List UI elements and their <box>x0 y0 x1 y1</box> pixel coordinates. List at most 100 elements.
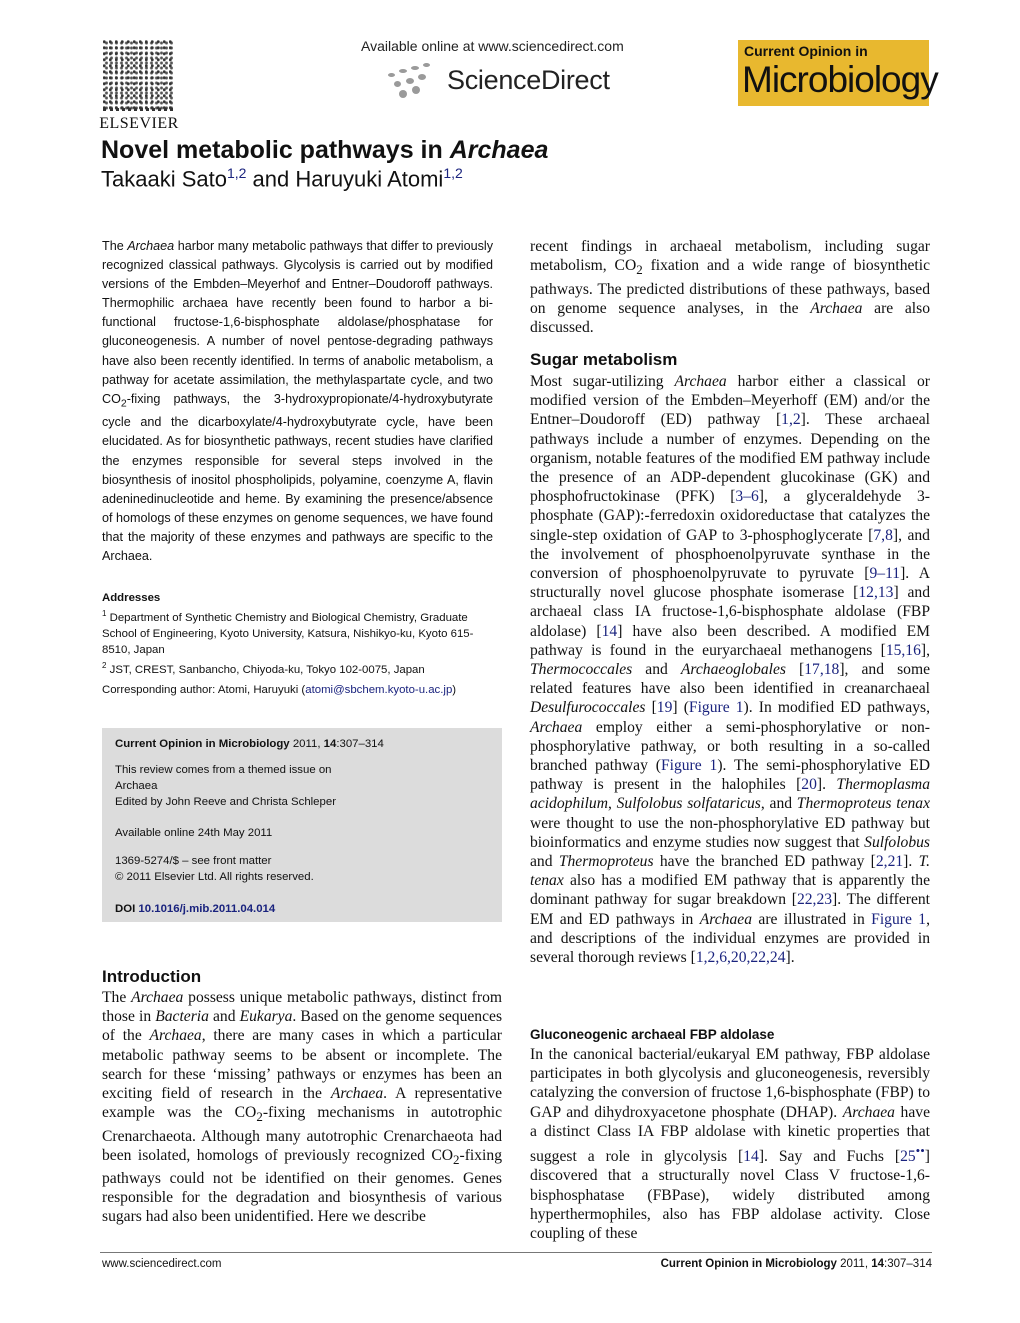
corresponding-author: Corresponding author: Atomi, Haruyuki (a… <box>102 684 502 696</box>
text: are illustrated in <box>752 910 872 928</box>
reference-link[interactable]: 14 <box>602 623 618 640</box>
introduction-paragraph: The Archaea possess unique metabolic pat… <box>102 988 502 1227</box>
text: ] ( <box>672 699 689 717</box>
text: have the branched ED pathway [ <box>653 853 876 871</box>
italic-term: Archaea <box>131 989 184 1006</box>
italic-term: Archaea <box>330 1085 384 1103</box>
article-info-box: Current Opinion in Microbiology 2011, 14… <box>102 728 502 922</box>
issn-text: 1369-5274/$ – see front matter <box>115 855 272 867</box>
footer-year: 2011, <box>836 1258 872 1270</box>
sciencedirect-wordmark: ScienceDirect <box>447 64 610 95</box>
title-text: Novel metabolic pathways in <box>101 136 450 164</box>
author-join: and <box>246 166 296 192</box>
email-link[interactable]: atomi@sbchem.kyoto-u.ac.jp <box>305 684 452 696</box>
address-1: 1 Department of Synthetic Chemistry and … <box>102 606 493 658</box>
doi-label: DOI <box>115 903 139 915</box>
text: [ <box>785 661 805 679</box>
reference-link[interactable]: 1,2,6,20,22,24 <box>696 949 786 966</box>
italic-term: Thermoproteus tenax <box>796 795 931 813</box>
text: , <box>607 795 617 813</box>
italic-term: Archaea <box>842 1103 895 1121</box>
italic-term: Sulfolobus <box>864 833 930 851</box>
corresponding-end: ) <box>452 684 457 696</box>
address-text: JST, CREST, Sanbancho, Chiyoda-ku, Tokyo… <box>106 663 425 676</box>
italic-term: Thermoproteus <box>558 853 654 871</box>
author-name: Haruyuki Atomi <box>295 166 444 192</box>
abstract-text: -fixing pathways, the 3-hydroxypropionat… <box>102 391 493 564</box>
doi-link[interactable]: 10.1016/j.mib.2011.04.014 <box>138 903 275 915</box>
reference-link[interactable]: 22,23 <box>797 891 832 908</box>
italic-term: Thermococcales <box>530 661 633 679</box>
introduction-continued: recent findings in archaeal metabolism, … <box>530 237 930 337</box>
italic-term: Archaea <box>810 299 863 317</box>
reference-link[interactable]: 1,2 <box>781 411 801 428</box>
text: ]. <box>903 853 919 871</box>
italic-term: Bacteria <box>155 1008 209 1026</box>
footer-volume: 14 <box>871 1258 885 1270</box>
figure-link[interactable]: Figure 1 <box>661 757 717 774</box>
affiliation-link[interactable]: 1,2 <box>227 165 246 181</box>
theme-name: Archaea <box>115 780 158 792</box>
text: Most sugar-utilizing <box>530 373 675 390</box>
sciencedirect-logo[interactable]: ScienceDirect <box>386 60 610 100</box>
address-text: Department of Synthetic Chemistry and Bi… <box>102 611 474 656</box>
reference-link[interactable]: 7,8 <box>873 527 893 544</box>
reference-link[interactable]: 19 <box>657 699 673 716</box>
footer-divider <box>100 1252 932 1253</box>
text: ]. <box>785 949 795 967</box>
text: ], <box>920 641 930 659</box>
citation-line: Current Opinion in Microbiology 2011, 14… <box>115 736 384 752</box>
author-name: Takaaki Sato <box>101 166 227 192</box>
italic-term: Eukarya <box>239 1008 293 1026</box>
addresses-block: Addresses 1 Department of Synthetic Chem… <box>102 590 493 678</box>
reference-link[interactable]: 12,13 <box>858 584 893 601</box>
corresponding-label: Corresponding author: Atomi, Haruyuki ( <box>102 684 306 696</box>
importance-marker: •• <box>915 1143 925 1159</box>
italic-term: Archaea <box>149 1027 202 1045</box>
reference-link[interactable]: 17,18 <box>804 661 839 678</box>
footer-website[interactable]: www.sciencedirect.com <box>102 1258 222 1270</box>
reference-link[interactable]: 2,21 <box>876 853 903 870</box>
journal-name: Current Opinion in Microbiology <box>115 738 290 750</box>
reference-link[interactable]: 14 <box>743 1148 759 1165</box>
figure-link[interactable]: Figure 1 <box>689 699 744 716</box>
abstract-italic: Archaea <box>127 239 175 253</box>
gluconeogenic-paragraph: In the canonical bacterial/eukaryal EM p… <box>530 1045 930 1243</box>
section-heading-introduction: Introduction <box>102 967 202 986</box>
doi-line: DOI 10.1016/j.mib.2011.04.014 <box>115 901 275 917</box>
elsevier-wordmark: ELSEVIER <box>99 115 179 132</box>
affiliation-link[interactable]: 1,2 <box>443 165 462 181</box>
italic-term: Archaea <box>674 373 727 390</box>
volume: 14 <box>323 738 337 750</box>
addresses-heading: Addresses <box>102 592 161 604</box>
text: The <box>102 989 132 1006</box>
section-heading-gluconeogenic-fbp-aldolase: Gluconeogenic archaeal FBP aldolase <box>530 1027 775 1042</box>
italic-term: Archaeoglobales <box>680 661 786 679</box>
footer-citation: Current Opinion in Microbiology 2011, 14… <box>661 1258 932 1270</box>
text: , and <box>760 795 797 813</box>
reference-link[interactable]: 20 <box>801 776 817 793</box>
address-2: 2 JST, CREST, Sanbancho, Chiyoda-ku, Tok… <box>102 658 493 678</box>
available-online-text: Available online at www.sciencedirect.co… <box>361 38 624 54</box>
reference-link[interactable]: 15,16 <box>886 642 921 659</box>
sugar-metabolism-paragraph: Most sugar-utilizing Archaea harbor eith… <box>530 372 930 967</box>
journal-badge[interactable]: Current Opinion in Microbiology <box>738 40 939 106</box>
section-heading-sugar-metabolism: Sugar metabolism <box>530 350 678 369</box>
italic-term: Archaea <box>699 910 752 928</box>
abstract-text: The <box>102 239 128 253</box>
author-list: Takaaki Sato1,2 and Haruyuki Atomi1,2 <box>101 165 463 192</box>
title-italic-text: Archaea <box>449 136 549 164</box>
text: [ <box>645 699 657 717</box>
reference-link[interactable]: 9–11 <box>870 565 901 582</box>
figure-link[interactable]: Figure 1 <box>871 911 926 928</box>
pages: :307–314 <box>336 738 384 750</box>
reference-link[interactable]: 3–6 <box>735 488 758 505</box>
italic-term: Sulfolobus solfataricus <box>616 795 761 813</box>
reference-link[interactable]: 25 <box>900 1148 916 1165</box>
year: 2011, <box>289 738 324 750</box>
elsevier-logo: ELSEVIER <box>97 40 183 132</box>
text: and <box>208 1008 240 1026</box>
themed-issue-text: This review comes from a themed issue on <box>115 764 332 776</box>
available-online-date: Available online 24th May 2011 <box>115 827 273 839</box>
elsevier-tree-icon <box>103 40 173 111</box>
